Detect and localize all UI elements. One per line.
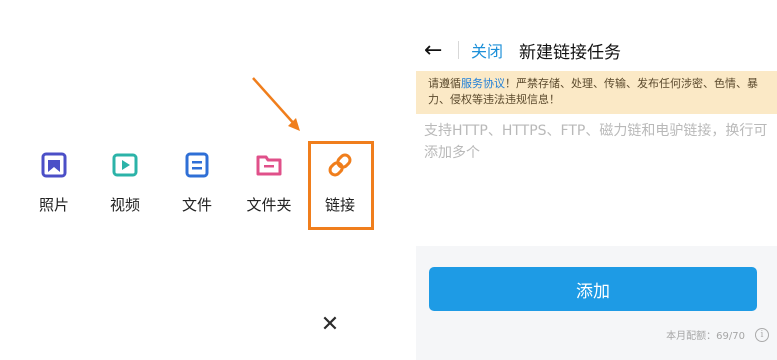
new-link-task-page: ← 关闭 新建链接任务 请遵循服务协议！严禁存储、处理、传输、发布任何涉密、色情… <box>412 0 777 360</box>
link-highlight-box <box>308 141 374 230</box>
menu-item-label: 照片 <box>38 196 69 214</box>
monthly-quota: 本月配额：69/70 i <box>666 327 769 342</box>
menu-item-files[interactable]: 文件 <box>166 150 228 220</box>
header-divider <box>458 41 459 59</box>
pointer-arrow-icon <box>252 77 300 131</box>
add-button[interactable]: 添加 <box>429 267 757 311</box>
menu-item-label: 视频 <box>109 196 140 214</box>
info-icon[interactable]: i <box>755 327 769 342</box>
menu-item-label: 文件 <box>181 196 212 214</box>
notice-prefix: 请遵循 <box>428 77 461 90</box>
screen: 照片 视频 文件 文件夹 链接 ✕ ← 关闭 新建链接任务 请遵循服务协议！严禁… <box>0 0 777 360</box>
link-input[interactable]: 支持HTTP、HTTPS、FTP、磁力链和电驴链接，换行可添加多个 <box>424 120 769 240</box>
compliance-notice: 请遵循服务协议！严禁存储、处理、传输、发布任何涉密、色情、暴力、侵权等违法违规信… <box>416 71 777 114</box>
menu-item-folders[interactable]: 文件夹 <box>238 150 300 220</box>
close-menu-button[interactable]: ✕ <box>316 310 344 338</box>
close-link[interactable]: 关闭 <box>471 38 503 62</box>
back-arrow-icon[interactable]: ← <box>424 38 452 63</box>
service-agreement-link[interactable]: 服务协议 <box>461 77 505 90</box>
quota-text: 本月配额：69/70 <box>666 331 745 342</box>
action-area: 添加 本月配额：69/70 i <box>416 246 777 360</box>
file-icon <box>182 150 212 180</box>
menu-item-videos[interactable]: 视频 <box>94 150 156 220</box>
video-icon <box>110 150 140 180</box>
menu-item-label: 文件夹 <box>246 196 292 214</box>
photo-icon <box>39 150 69 180</box>
menu-item-photos[interactable]: 照片 <box>23 150 85 220</box>
page-header: ← 关闭 新建链接任务 <box>412 34 777 66</box>
folder-icon <box>254 150 284 180</box>
upload-menu: 照片 视频 文件 文件夹 链接 ✕ <box>0 0 400 360</box>
page-title: 新建链接任务 <box>519 42 622 63</box>
